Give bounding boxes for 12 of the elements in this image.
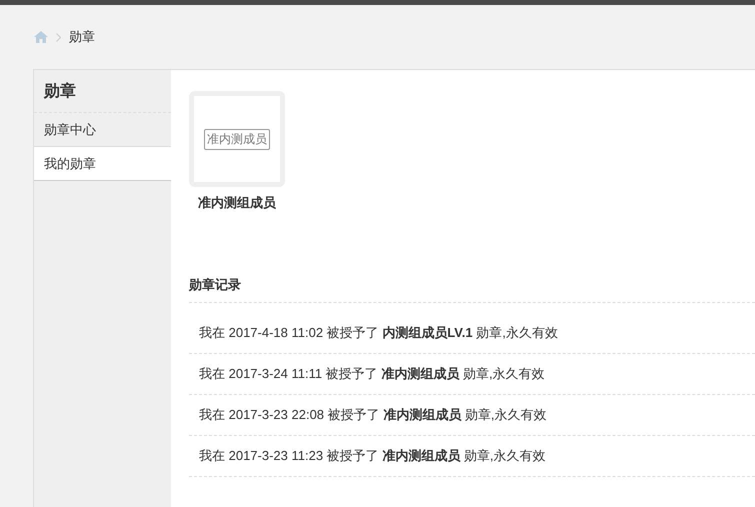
record-text: 我在 2017-3-23 11:23 被授予了 准内测组成员 勋章,永久有效: [199, 448, 546, 463]
badge-image-label: 准内测成员: [204, 128, 270, 150]
badge-name: 准内测组成员: [198, 194, 276, 212]
record-text: 我在 2017-3-23 22:08 被授予了 准内测组成员 勋章,永久有效: [199, 407, 546, 422]
badge-frame[interactable]: 准内测成员: [189, 91, 285, 187]
home-icon[interactable]: [34, 31, 48, 43]
sidebar-item[interactable]: 我的勋章: [34, 147, 171, 181]
record-text: 我在 2017-3-24 11:11 被授予了 准内测组成员 勋章,永久有效: [199, 366, 545, 381]
records-title: 勋章记录: [189, 276, 755, 303]
chevron-icon: [56, 32, 61, 42]
record-text: 我在 2017-4-18 11:02 被授予了 内测组成员LV.1 勋章,永久有效: [199, 325, 558, 340]
breadcrumb-current: 勋章: [69, 28, 95, 46]
